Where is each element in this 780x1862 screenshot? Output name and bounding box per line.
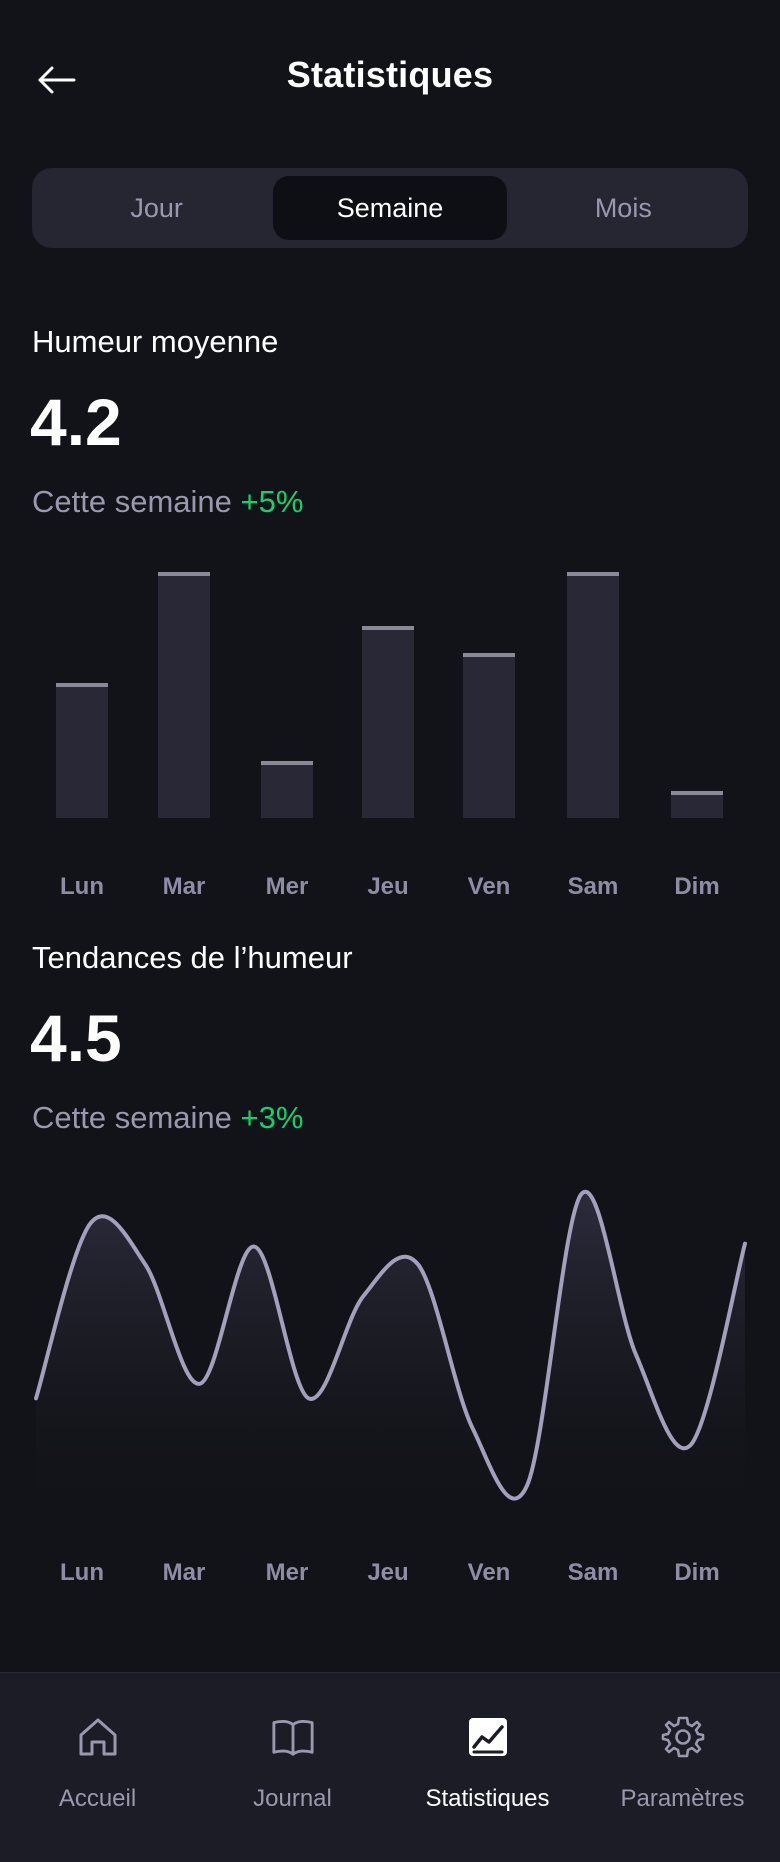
tab-mois[interactable]: Mois [507,176,740,240]
nav-item-journal[interactable]: Journal [195,1673,390,1862]
chart-icon [466,1715,510,1759]
bar-x-tick-label: Lun [60,873,104,900]
mood-trend-value: 4.5 [30,1001,122,1075]
page-title: Statistiques [286,54,494,95]
line-x-tick-label: Mer [266,1559,309,1586]
line-x-tick-label: Lun [60,1559,104,1586]
gear-icon [661,1715,705,1759]
bar-x-tick-label: Jeu [367,873,408,900]
tab-semaine[interactable]: Semaine [273,176,507,240]
bar-cap-sam [567,572,619,576]
bar-cap-mar [158,572,210,576]
nav-label-parametres: Paramètres [620,1785,745,1812]
mood-average-period: Cette semaine [32,484,232,519]
mood-average-title: Humeur moyenne [32,324,279,359]
nav-label-journal: Journal [253,1785,332,1812]
line-x-tick-label: Sam [568,1559,619,1586]
mood-average-bar-chart: Lun Mar Mer Jeu Ven Sam Dim [56,572,723,900]
mood-trend-delta: +3% [240,1100,304,1135]
tab-jour[interactable]: Jour [40,176,273,240]
mood-average-delta: +5% [240,484,304,519]
bar-cap-mer [261,761,313,765]
bar-cap-dim [671,791,723,795]
bottom-nav: Accueil Journal Statistiques Paramètres [0,1672,780,1862]
period-segmented-control: Jour Semaine Mois [32,168,748,248]
nav-label-accueil: Accueil [58,1785,137,1812]
bar-x-tick-label: Dim [674,873,719,900]
mood-trend-period: Cette semaine [32,1100,232,1135]
bar-cap-ven [463,653,515,657]
nav-label-statistiques: Statistiques [425,1785,550,1812]
mood-trend-line-chart: Lun Mar Mer Jeu Ven Sam Dim [34,1189,747,1586]
home-icon [76,1715,120,1759]
mood-trend-title: Tendances de l’humeur [32,940,353,975]
header: Statistiques [0,0,780,160]
bar-x-tick-label: Ven [468,873,511,900]
nav-item-parametres[interactable]: Paramètres [585,1673,780,1862]
nav-item-accueil[interactable]: Accueil [0,1673,195,1862]
bar-jeu [362,626,414,818]
line-x-tick-label: Ven [468,1559,511,1586]
line-x-tick-label: Mar [163,1559,206,1586]
trend-area [36,1191,745,1506]
bar-mer [261,761,313,818]
bar-lun [56,683,108,818]
bar-x-tick-label: Mar [163,873,206,900]
bar-ven [463,653,515,818]
bar-sam [567,572,619,818]
bar-cap-jeu [362,626,414,630]
line-x-tick-label: Dim [674,1559,719,1586]
mood-average-value: 4.2 [30,385,122,459]
nav-item-statistiques[interactable]: Statistiques [390,1673,585,1862]
bar-dim [671,791,723,818]
bar-x-tick-label: Sam [568,873,619,900]
bar-mar [158,572,210,818]
book-icon [271,1715,315,1759]
mood-trend-subline: Cette semaine +3% [32,1100,303,1136]
line-x-tick-label: Jeu [367,1559,408,1586]
bar-x-tick-label: Mer [266,873,309,900]
bar-cap-lun [56,683,108,687]
mood-average-subline: Cette semaine +5% [32,484,303,520]
